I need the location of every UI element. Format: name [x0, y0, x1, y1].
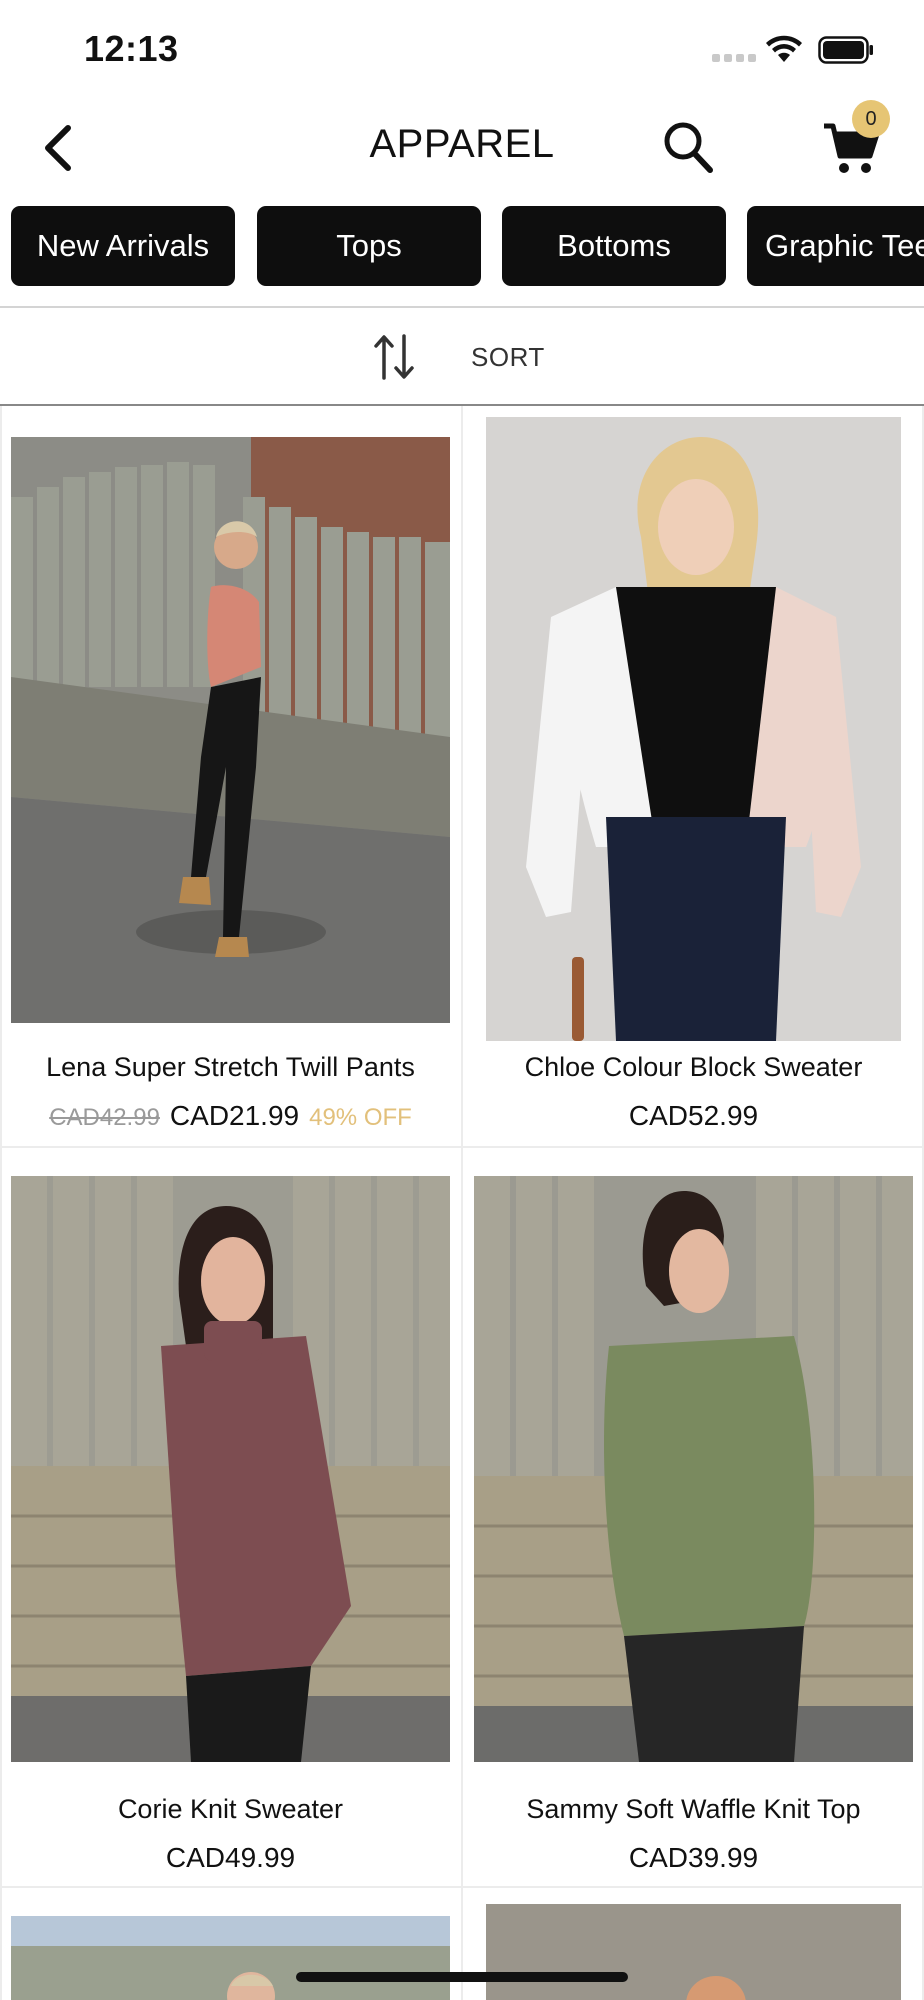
cart-count-badge: 0: [852, 100, 890, 138]
nav-bar: APPAREL: [0, 100, 924, 196]
status-time: 12:13: [84, 28, 179, 69]
product-image[interactable]: [486, 1904, 901, 2000]
product-card[interactable]: Lena Super Stretch Twill Pants CAD42.99 C…: [0, 406, 461, 1146]
product-name[interactable]: Lena Super Stretch Twill Pants: [0, 1052, 461, 1083]
category-chip-tops[interactable]: Tops: [257, 206, 481, 286]
search-icon[interactable]: [660, 118, 716, 178]
product-price-row: CAD42.99 CAD21.99 49% OFF: [0, 1100, 461, 1132]
product-image[interactable]: [474, 1176, 913, 1762]
product-name[interactable]: Chloe Colour Block Sweater: [463, 1052, 924, 1083]
original-price: CAD42.99: [49, 1104, 160, 1131]
battery-icon: [818, 36, 873, 64]
category-chips: New Arrivals Tops Bottoms Graphic Tees: [0, 206, 924, 286]
product-card[interactable]: Sammy Soft Waffle Knit Top CAD39.99: [463, 1148, 924, 1886]
product-card[interactable]: [0, 1888, 461, 2000]
product-image[interactable]: [11, 1916, 450, 2000]
sort-button[interactable]: SORT: [0, 308, 924, 404]
back-button[interactable]: [36, 122, 82, 174]
product-card[interactable]: Corie Knit Sweater CAD49.99: [0, 1148, 461, 1886]
page-title: APPAREL: [369, 122, 555, 166]
product-card[interactable]: Chloe Colour Block Sweater CAD52.99: [463, 406, 924, 1146]
wifi-icon: [766, 35, 802, 62]
home-indicator: [296, 1972, 628, 1982]
sort-label: SORT: [471, 342, 545, 372]
sort-icon: [374, 334, 414, 380]
category-chip-graphic-tees[interactable]: Graphic Tees: [747, 206, 924, 286]
product-price: CAD39.99: [628, 1842, 759, 1873]
cellular-signal-icon: [712, 54, 756, 62]
product-image[interactable]: [486, 417, 901, 1041]
sale-price: CAD21.99: [169, 1100, 300, 1131]
product-price: CAD49.99: [165, 1842, 296, 1873]
status-bar: 12:13: [0, 0, 924, 100]
product-name[interactable]: Corie Knit Sweater: [0, 1794, 461, 1825]
product-card[interactable]: [463, 1888, 924, 2000]
product-image[interactable]: [11, 1176, 450, 1762]
category-chip-new-arrivals[interactable]: New Arrivals: [11, 206, 235, 286]
discount-badge: 49% OFF: [309, 1104, 412, 1131]
product-price: CAD52.99: [628, 1100, 759, 1131]
product-grid: Lena Super Stretch Twill Pants CAD42.99 C…: [0, 406, 924, 2000]
category-chip-bottoms[interactable]: Bottoms: [502, 206, 726, 286]
product-name[interactable]: Sammy Soft Waffle Knit Top: [463, 1794, 924, 1825]
product-image[interactable]: [11, 437, 450, 1023]
